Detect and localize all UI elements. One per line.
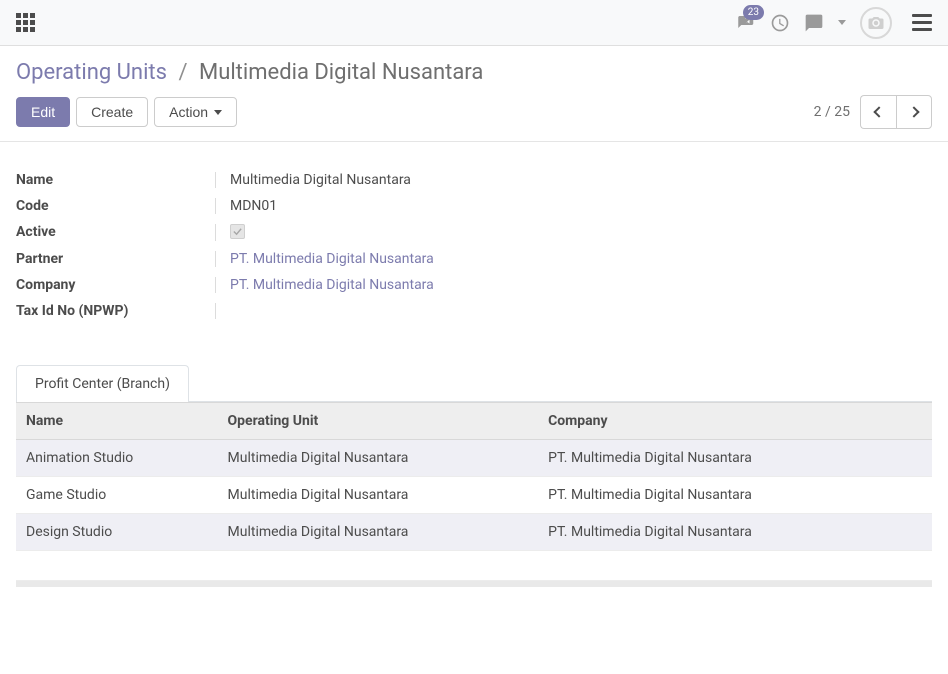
cell-name: Game Studio bbox=[16, 477, 218, 514]
cell-company: PT. Multimedia Digital Nusantara bbox=[538, 514, 932, 551]
cell-ou: Multimedia Digital Nusantara bbox=[218, 477, 539, 514]
value-active bbox=[216, 224, 716, 241]
cell-company: PT. Multimedia Digital Nusantara bbox=[538, 477, 932, 514]
label-tax: Tax Id No (NPWP) bbox=[16, 303, 216, 319]
chevron-right-icon bbox=[908, 106, 919, 117]
value-partner[interactable]: PT. Multimedia Digital Nusantara bbox=[216, 251, 716, 267]
action-button[interactable]: Action bbox=[154, 97, 237, 127]
breadcrumb-parent[interactable]: Operating Units bbox=[16, 60, 167, 85]
activity-icon[interactable]: 23 bbox=[736, 13, 756, 33]
label-code: Code bbox=[16, 198, 216, 214]
form-sheet: Name Multimedia Digital Nusantara Code M… bbox=[0, 142, 948, 339]
table-row-empty bbox=[16, 551, 932, 581]
breadcrumb-current: Multimedia Digital Nusantara bbox=[199, 60, 483, 85]
check-icon bbox=[232, 226, 243, 237]
table-row[interactable]: Animation StudioMultimedia Digital Nusan… bbox=[16, 440, 932, 477]
messages-icon[interactable] bbox=[804, 13, 824, 33]
chevron-down-icon bbox=[214, 110, 222, 115]
label-company: Company bbox=[16, 277, 216, 293]
chevron-left-icon bbox=[873, 106, 884, 117]
col-company[interactable]: Company bbox=[538, 403, 932, 440]
col-name[interactable]: Name bbox=[16, 403, 218, 440]
control-bar: Edit Create Action 2 / 25 bbox=[0, 95, 948, 142]
cell-name: Animation Studio bbox=[16, 440, 218, 477]
topbar: 23 bbox=[0, 0, 948, 46]
value-name: Multimedia Digital Nusantara bbox=[216, 172, 716, 188]
clock-icon[interactable] bbox=[770, 13, 790, 33]
col-ou[interactable]: Operating Unit bbox=[218, 403, 539, 440]
table-row[interactable]: Game StudioMultimedia Digital NusantaraP… bbox=[16, 477, 932, 514]
active-checkbox bbox=[230, 224, 245, 239]
apps-icon[interactable] bbox=[16, 13, 35, 32]
activity-badge: 23 bbox=[743, 5, 764, 20]
pager-prev[interactable] bbox=[860, 95, 896, 129]
avatar[interactable] bbox=[860, 7, 892, 39]
edit-button[interactable]: Edit bbox=[16, 97, 70, 127]
label-partner: Partner bbox=[16, 251, 216, 267]
label-name: Name bbox=[16, 172, 216, 188]
value-code: MDN01 bbox=[216, 198, 716, 214]
tab-profit-center[interactable]: Profit Center (Branch) bbox=[16, 365, 189, 402]
value-tax bbox=[216, 303, 716, 319]
cell-ou: Multimedia Digital Nusantara bbox=[218, 514, 539, 551]
camera-icon bbox=[867, 14, 885, 32]
pager-count[interactable]: 2 / 25 bbox=[814, 104, 850, 120]
action-button-label: Action bbox=[169, 104, 208, 120]
table-row[interactable]: Design StudioMultimedia Digital Nusantar… bbox=[16, 514, 932, 551]
branch-table: Name Operating Unit Company Animation St… bbox=[16, 402, 932, 587]
value-company[interactable]: PT. Multimedia Digital Nusantara bbox=[216, 277, 716, 293]
menu-icon[interactable] bbox=[912, 14, 932, 31]
cell-company: PT. Multimedia Digital Nusantara bbox=[538, 440, 932, 477]
table-header-row: Name Operating Unit Company bbox=[16, 403, 932, 440]
pager-next[interactable] bbox=[896, 95, 932, 129]
pager-nav bbox=[860, 95, 932, 129]
breadcrumb-sep: / bbox=[178, 60, 187, 85]
create-button[interactable]: Create bbox=[76, 97, 148, 127]
label-active: Active bbox=[16, 224, 216, 241]
company-dropdown[interactable] bbox=[838, 20, 846, 25]
breadcrumb: Operating Units / Multimedia Digital Nus… bbox=[0, 46, 948, 95]
chevron-down-icon bbox=[838, 20, 846, 25]
tab-strip: Profit Center (Branch) bbox=[16, 365, 932, 402]
cell-ou: Multimedia Digital Nusantara bbox=[218, 440, 539, 477]
cell-name: Design Studio bbox=[16, 514, 218, 551]
